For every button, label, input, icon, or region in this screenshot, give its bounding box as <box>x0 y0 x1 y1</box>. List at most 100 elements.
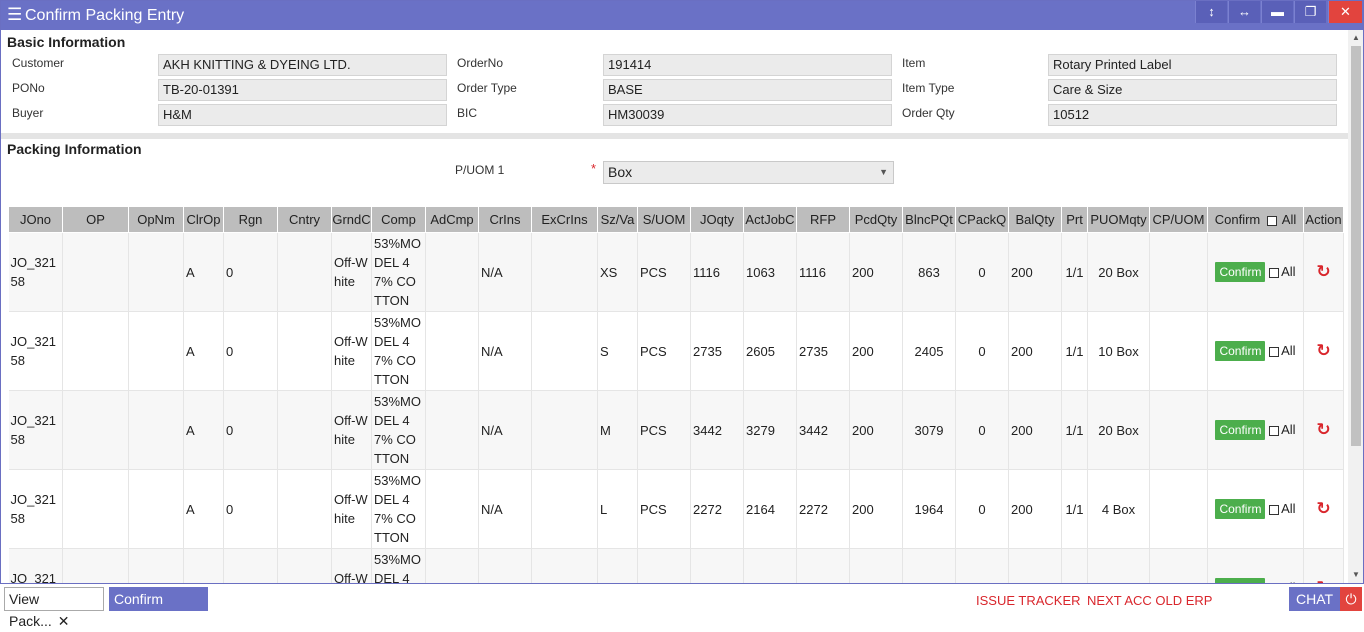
cell-cpackq: 0 <box>955 311 1009 391</box>
row-all-checkbox[interactable] <box>1269 267 1280 278</box>
scrollbar-thumb[interactable] <box>1351 46 1361 446</box>
menu-icon[interactable]: ☰ <box>7 6 22 24</box>
col-balqty[interactable]: BalQty <box>1008 206 1062 233</box>
puom-label: P/UOM 1 <box>455 163 505 177</box>
power-icon[interactable]: ⏻ <box>1340 587 1362 611</box>
col-comp[interactable]: Comp <box>371 206 426 233</box>
confirm-button[interactable]: Confirm <box>1215 578 1266 583</box>
resize-vertical-button[interactable]: ↕ <box>1195 1 1227 23</box>
cell-joqty: 1472 <box>690 548 744 583</box>
cell-blncpqt: 2405 <box>902 311 956 391</box>
confirm-button[interactable]: Confirm <box>1215 341 1266 361</box>
scroll-down-icon[interactable]: ▼ <box>1352 570 1360 579</box>
col-op[interactable]: OP <box>62 206 129 233</box>
col-joqty[interactable]: JOqty <box>690 206 744 233</box>
cell-pcdqty: 200 <box>849 469 903 549</box>
cell-balqty: 200 <box>1008 469 1062 549</box>
col-cpackq[interactable]: CPackQ <box>955 206 1009 233</box>
cell-joqty: 2272 <box>690 469 744 549</box>
col-adcmp[interactable]: AdCmp <box>425 206 479 233</box>
next-acc-old-erp-link[interactable]: NEXT ACC OLD ERP <box>1087 593 1212 608</box>
buyer-label: Buyer <box>12 106 44 120</box>
cell-cpackq: 0 <box>955 232 1009 312</box>
item-type-field[interactable]: Care & Size <box>1048 79 1337 101</box>
resize-horizontal-button[interactable]: ↔ <box>1228 1 1260 23</box>
cell-blncpqt: 3079 <box>902 390 956 470</box>
refresh-icon[interactable]: ↻ <box>1316 262 1330 281</box>
col-prt[interactable]: Prt <box>1061 206 1088 233</box>
row-all-label: All <box>1281 264 1296 279</box>
order-no-field[interactable]: 191414 <box>603 54 892 76</box>
close-button[interactable]: ✕ <box>1328 1 1362 23</box>
refresh-icon[interactable]: ↻ <box>1316 499 1330 518</box>
table-row[interactable]: JO_32158 A 0 Off-White 53%MODEL 47% COTT… <box>8 390 1344 470</box>
col-blncpqt[interactable]: BlncPQt <box>902 206 956 233</box>
cell-adcmp <box>425 469 479 549</box>
cell-szva: M <box>597 390 638 470</box>
col-excrins[interactable]: ExCrIns <box>531 206 598 233</box>
cell-action: ↻ <box>1303 390 1344 470</box>
cell-balqty: 200 <box>1008 232 1062 312</box>
table-row[interactable]: JO_32158 A 0 Off-White 53%MODEL 47% COTT… <box>8 311 1344 391</box>
col-cpuom[interactable]: CP/UOM <box>1149 206 1208 233</box>
cell-clrop: A <box>183 311 224 391</box>
refresh-icon[interactable]: ↻ <box>1316 341 1330 360</box>
confirm-all-checkbox[interactable] <box>1266 215 1277 226</box>
pono-field[interactable]: TB-20-01391 <box>158 79 447 101</box>
col-jono[interactable]: JOno <box>8 206 63 233</box>
chat-button[interactable]: CHAT ⏻ <box>1289 587 1362 611</box>
issue-tracker-link[interactable]: ISSUE TRACKER <box>976 593 1081 608</box>
cell-clrop: A <box>183 232 224 312</box>
item-field[interactable]: Rotary Printed Label <box>1048 54 1337 76</box>
col-puomqty[interactable]: PUOMqty <box>1087 206 1150 233</box>
table-row[interactable]: JO_32158 A 0 Off-White 53%MODEL 47% COTT… <box>8 232 1344 312</box>
col-suom[interactable]: S/UOM <box>637 206 691 233</box>
cell-rfp: 2272 <box>796 469 850 549</box>
minimize-button[interactable]: ▬ <box>1261 1 1293 23</box>
row-all-checkbox[interactable] <box>1269 346 1280 357</box>
refresh-icon[interactable]: ↻ <box>1316 420 1330 439</box>
row-all-checkbox[interactable] <box>1269 425 1280 436</box>
vertical-scrollbar[interactable]: ▲ ▼ <box>1348 30 1363 583</box>
close-icon[interactable]: ✕ <box>58 613 70 629</box>
tab-confirm-packing[interactable]: Confirm P... ✕ <box>109 587 208 629</box>
row-all-checkbox[interactable] <box>1269 504 1280 515</box>
col-szva[interactable]: Sz/Va <box>597 206 638 233</box>
col-grndc[interactable]: GrndC <box>331 206 372 233</box>
col-pcdqty[interactable]: PcdQty <box>849 206 903 233</box>
order-type-field[interactable]: BASE <box>603 79 892 101</box>
buyer-field[interactable]: H&M <box>158 104 447 126</box>
puom-select[interactable]: Box ▼ <box>603 161 894 184</box>
cell-actjob: 2164 <box>743 469 797 549</box>
col-action[interactable]: Action <box>1303 206 1344 233</box>
col-rfp[interactable]: RFP <box>796 206 850 233</box>
close-icon[interactable]: ✕ <box>139 613 151 629</box>
refresh-icon[interactable]: ↻ <box>1316 578 1330 583</box>
scroll-up-icon[interactable]: ▲ <box>1352 33 1360 42</box>
cell-szva: XL <box>597 548 638 583</box>
cell-confirm: Confirm All <box>1207 469 1304 549</box>
customer-field[interactable]: AKH KNITTING & DYEING LTD. <box>158 54 447 76</box>
bic-field[interactable]: HM30039 <box>603 104 892 126</box>
confirm-button[interactable]: Confirm <box>1215 420 1266 440</box>
tab-view-pack[interactable]: View Pack... ✕ <box>4 587 104 629</box>
col-opnm[interactable]: OpNm <box>128 206 184 233</box>
col-crins[interactable]: CrIns <box>478 206 532 233</box>
col-actjob[interactable]: ActJobC <box>743 206 797 233</box>
table-row[interactable]: JO_32158 A 0 Off-White 53%MODEL 47% COTT… <box>8 548 1344 583</box>
cell-balqty: 200 <box>1008 390 1062 470</box>
col-cntry[interactable]: Cntry <box>277 206 332 233</box>
col-clrop[interactable]: ClrOp <box>183 206 224 233</box>
cell-suom: PCS <box>637 311 691 391</box>
confirm-button[interactable]: Confirm <box>1215 499 1266 519</box>
taskbar: View Pack... ✕ Confirm P... ✕ ISSUE TRACKE… <box>0 584 1364 629</box>
order-qty-field[interactable]: 10512 <box>1048 104 1337 126</box>
cell-prt: 1/1 <box>1061 390 1088 470</box>
cell-clrop: A <box>183 469 224 549</box>
table-row[interactable]: JO_32158 A 0 Off-White 53%MODEL 47% COTT… <box>8 469 1344 549</box>
cell-clrop: A <box>183 390 224 470</box>
restore-button[interactable]: ❐ <box>1294 1 1326 23</box>
col-rgn[interactable]: Rgn <box>223 206 278 233</box>
cell-opnm <box>128 232 184 312</box>
confirm-button[interactable]: Confirm <box>1215 262 1266 282</box>
